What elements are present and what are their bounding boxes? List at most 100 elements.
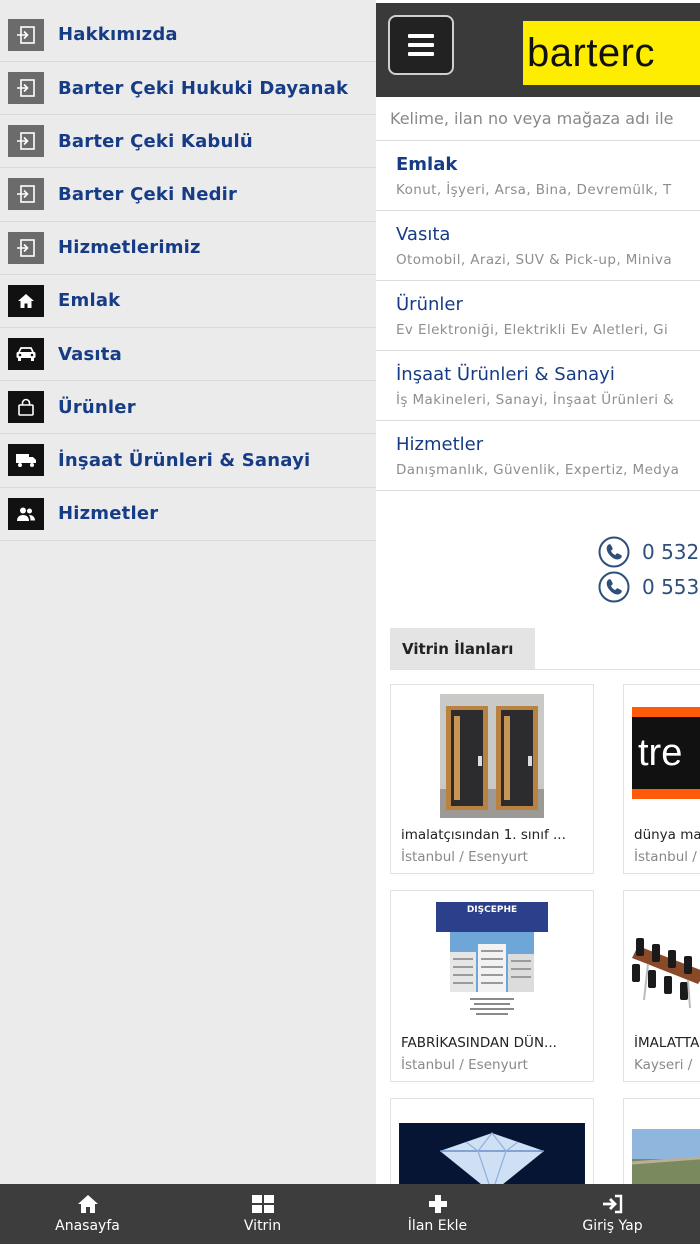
category-subtitle: İş Makineleri, Sanayi, İnşaat Ürünleri & [396,392,675,408]
listing-card[interactable]: imalatçısından 1. sınıf ... İstanbul / E… [390,684,594,874]
main-content: barterc Emlak Konut, İşyeri, Arsa, Bina,… [376,0,700,1184]
phone-icon [598,571,630,603]
category-hizmetler[interactable]: Hizmetler Danışmanlık, Güvenlik, Experti… [376,421,700,491]
sidebar-item-label: Barter Çeki Kabulü [58,130,253,152]
sidebar-item-urunler[interactable]: Ürünler [0,381,376,435]
nav-label: Vitrin [243,1218,282,1234]
nav-label: İlan Ekle [407,1218,468,1234]
listing-image [399,693,585,819]
grid-icon [251,1195,274,1213]
phone-number-text: 0 553 [642,575,700,599]
category-subtitle: Danışmanlık, Güvenlik, Expertiz, Medya [396,462,680,478]
category-insaat[interactable]: İnşaat Ürünleri & Sanayi İş Makineleri, … [376,351,700,421]
nav-giris-yap[interactable]: Giriş Yap [525,1184,700,1244]
category-title: Ürünler [396,294,463,315]
category-title: Emlak [396,154,458,175]
phone-number-text: 0 532 [642,540,700,564]
sidebar-item-hakkimizda[interactable]: Hakkımızda [0,0,376,62]
home-icon [8,284,44,317]
bottom-navigation: Anasayfa Vitrin İlan Ekle Giriş Yap [0,1184,700,1244]
sidebar-item-hizmetler[interactable]: Hizmetler [0,488,376,541]
sidebar-item-emlak[interactable]: Emlak [0,275,376,328]
listing-location: İstanbul / Esenyurt [401,1057,528,1073]
tab-vitrin-ilanlari[interactable]: Vitrin İlanları [390,628,535,669]
listing-card[interactable] [623,1098,700,1184]
category-subtitle: Konut, İşyeri, Arsa, Bina, Devremülk, T [396,182,672,198]
login-arrow-icon [8,231,44,264]
login-arrow-icon [8,18,44,51]
listing-title: dünya ma [634,827,700,843]
tab-divider [390,669,700,670]
category-vasita[interactable]: Vasıta Otomobil, Arazi, SUV & Pick-up, M… [376,211,700,281]
sidebar-item-label: Vasıta [58,343,122,365]
logo-text: barterc [527,30,655,75]
category-title: Hizmetler [396,434,484,455]
listing-location: Kayseri / [634,1057,693,1073]
sidebar-item-label: Hakkımızda [58,24,178,45]
brand-banner-text: tre [638,731,683,774]
nav-anasayfa[interactable]: Anasayfa [0,1184,175,1244]
listing-title: İMALATTA [634,1035,700,1051]
sidebar-item-insaat[interactable]: İnşaat Ürünleri & Sanayi [0,434,376,488]
category-title: İnşaat Ürünleri & Sanayi [396,364,615,385]
sidebar-item-hizmetlerimiz[interactable]: Hizmetlerimiz [0,222,376,275]
listing-location: İstanbul / [634,849,697,865]
listing-card[interactable]: tre dünya ma İstanbul / [623,684,700,874]
brand-banner: tre [632,707,700,799]
sidebar-item-ceki-kabulu[interactable]: Barter Çeki Kabulü [0,115,376,169]
login-arrow-icon [8,178,44,211]
site-logo[interactable]: barterc [523,21,700,85]
search-input[interactable] [376,97,700,140]
listing-title: imalatçısından 1. sınıf ... [401,827,566,843]
truck-icon [8,444,44,477]
sidebar-item-label: Ürünler [58,396,136,418]
plus-icon [428,1195,447,1213]
listing-image: tre [632,693,700,819]
phone-number-2[interactable]: 0 553 [598,571,699,603]
shopping-bag-icon [8,391,44,424]
phone-icon [598,536,630,568]
sidebar-item-label: Emlak [58,290,121,312]
login-arrow-icon [8,72,44,105]
listing-card[interactable]: DIŞCEPHE FABRİKASINDAN DÜN... İstanbul /… [390,890,594,1082]
nav-label: Giriş Yap [582,1218,643,1234]
category-urunler[interactable]: Ürünler Ev Elektroniği, Elektrikli Ev Al… [376,281,700,351]
nav-vitrin[interactable]: Vitrin [175,1184,350,1244]
menu-bar [408,52,434,56]
listing-title: FABRİKASINDAN DÜN... [401,1035,557,1051]
listing-card[interactable]: İMALATTA Kayseri / [623,890,700,1082]
users-icon [8,497,44,530]
sidebar-item-label: İnşaat Ürünleri & Sanayi [58,449,311,471]
brochure-brand-text: DIŞCEPHE [466,905,518,915]
car-icon [8,338,44,371]
sidebar-item-ceki-nedir[interactable]: Barter Çeki Nedir [0,168,376,222]
category-subtitle: Ev Elektroniği, Elektrikli Ev Aletleri, … [396,322,669,338]
sidebar-item-label: Barter Çeki Nedir [58,183,238,205]
login-arrow-icon [8,125,44,158]
category-subtitle: Otomobil, Arazi, SUV & Pick-up, Miniva [396,252,673,268]
menu-bar [408,43,434,47]
sidebar-item-label: Hizmetler [58,503,159,525]
listing-location: İstanbul / Esenyurt [401,849,528,865]
listing-card[interactable] [390,1098,594,1184]
nav-ilan-ekle[interactable]: İlan Ekle [350,1184,525,1244]
sign-in-icon [602,1194,622,1214]
menu-bar [408,34,434,38]
category-title: Vasıta [396,224,451,245]
category-emlak[interactable]: Emlak Konut, İşyeri, Arsa, Bina, Devremü… [376,141,700,211]
sidebar-item-hukuki-dayanak[interactable]: Barter Çeki Hukuki Dayanak [0,62,376,116]
hamburger-menu-button[interactable] [388,15,454,75]
listing-image [399,1123,585,1184]
search-bar [376,97,700,141]
listing-image [632,1129,700,1184]
listing-image [632,899,700,1025]
listing-image: DIŞCEPHE [399,899,585,1025]
sidebar-item-label: Barter Çeki Hukuki Dayanak [58,77,349,99]
sidebar-item-vasita[interactable]: Vasıta [0,328,376,382]
home-icon [77,1195,98,1213]
nav-label: Anasayfa [55,1218,120,1234]
sidebar-item-label: Hizmetlerimiz [58,237,201,259]
phone-number-1[interactable]: 0 532 [598,536,699,568]
top-bar: barterc [376,0,700,97]
sidebar-menu: Hakkımızda Barter Çeki Hukuki Dayanak Ba… [0,0,376,1184]
